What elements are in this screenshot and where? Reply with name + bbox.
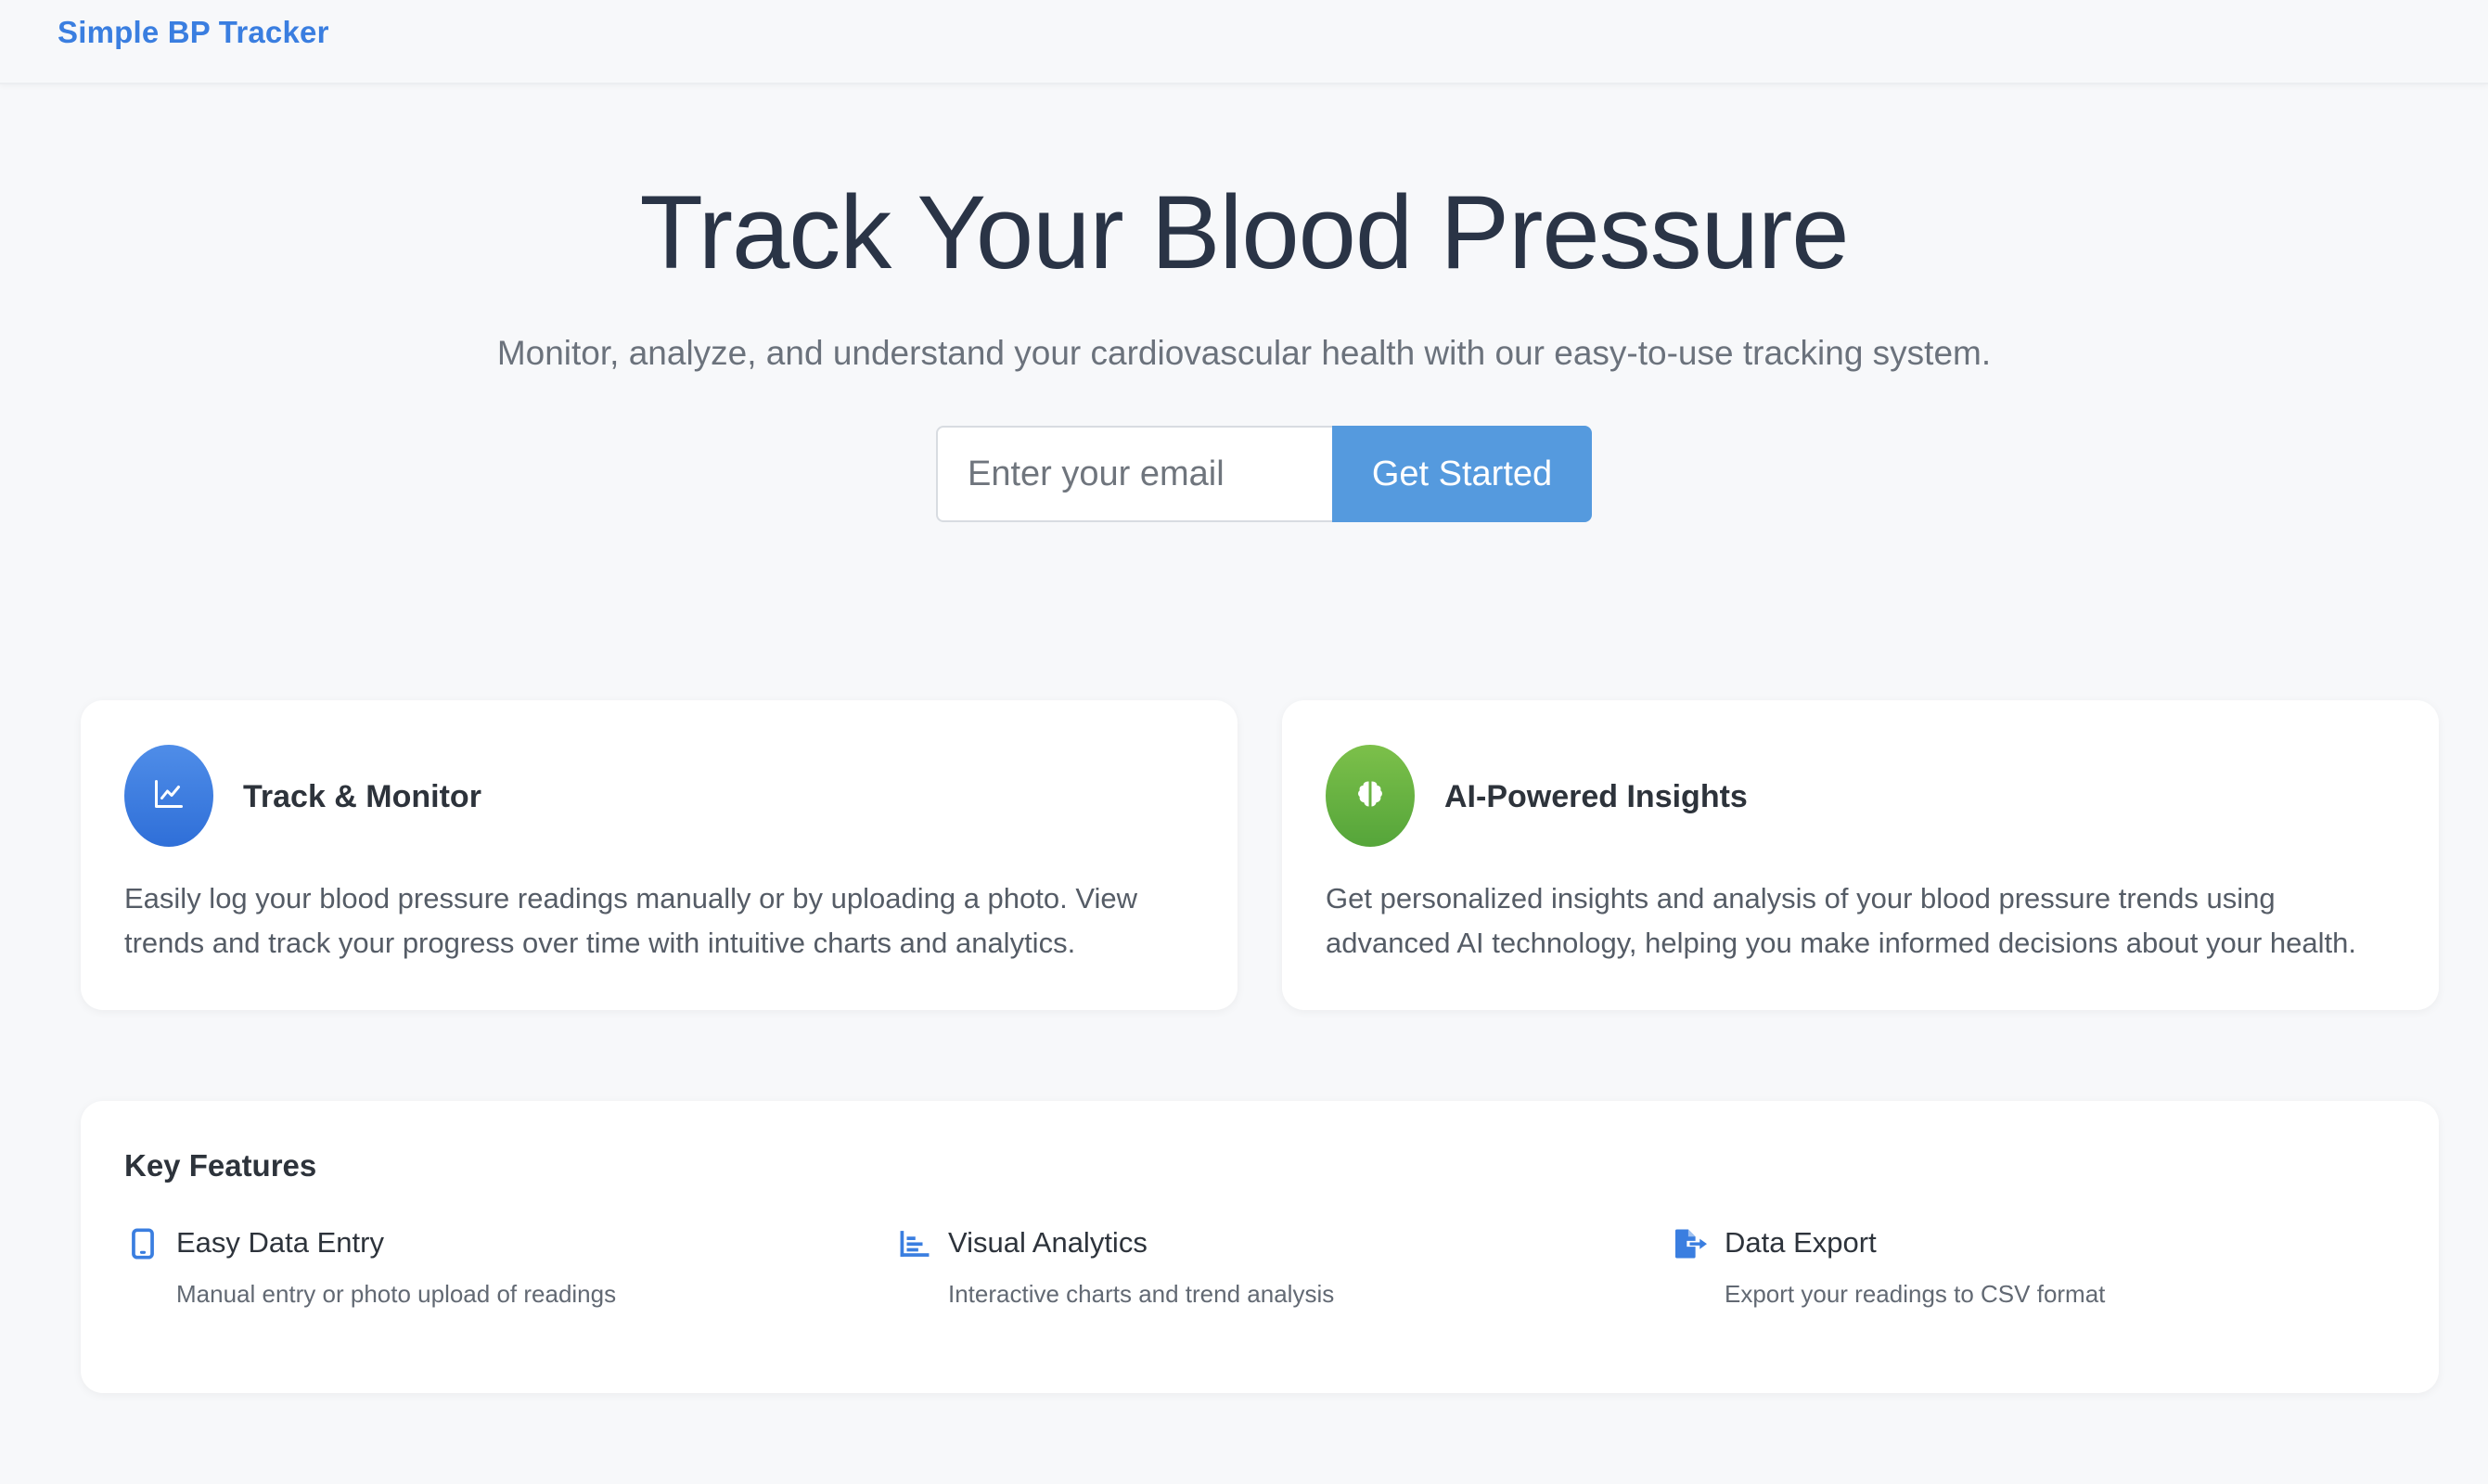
key-features-card: Key Features Easy Data Entry Manual entr…	[81, 1101, 2439, 1393]
chart-line-icon	[152, 777, 186, 815]
get-started-button[interactable]: Get Started	[1332, 426, 1592, 522]
brain-icon	[1353, 777, 1387, 815]
brand-link[interactable]: Simple BP Tracker	[58, 15, 329, 50]
track-monitor-card: Track & Monitor Easily log your blood pr…	[81, 700, 1238, 1010]
feature-title: Visual Analytics	[948, 1226, 1148, 1259]
signup-form: Get Started	[936, 426, 1592, 522]
feature-item-data-export: Data Export Export your readings to CSV …	[1673, 1225, 2378, 1337]
file-export-icon	[1673, 1225, 1710, 1262]
card-title: Track & Monitor	[243, 779, 481, 814]
track-monitor-icon-badge	[124, 745, 213, 847]
feature-title: Easy Data Entry	[176, 1226, 384, 1259]
hero-subtitle: Monitor, analyze, and understand your ca…	[496, 334, 1992, 372]
feature-description: Manual entry or photo upload of readings	[176, 1280, 617, 1308]
email-input[interactable]	[936, 426, 1332, 522]
ai-insights-card: AI-Powered Insights Get personalized ins…	[1282, 700, 2439, 1010]
feature-item-easy-data-entry: Easy Data Entry Manual entry or photo up…	[124, 1225, 829, 1337]
bar-chart-icon	[896, 1225, 933, 1262]
hero-title: Track Your Blood Pressure	[639, 174, 1849, 290]
feature-description: Interactive charts and trend analysis	[948, 1280, 1335, 1308]
card-description: Easily log your blood pressure readings …	[124, 882, 1137, 959]
card-title: AI-Powered Insights	[1444, 779, 1748, 814]
feature-title: Data Export	[1725, 1226, 1877, 1259]
key-features-heading: Key Features	[124, 1148, 317, 1183]
feature-description: Export your readings to CSV format	[1725, 1280, 2106, 1308]
feature-item-visual-analytics: Visual Analytics Interactive charts and …	[896, 1225, 1601, 1337]
mobile-phone-icon	[124, 1225, 161, 1262]
ai-insights-icon-badge	[1326, 745, 1415, 847]
navbar: Simple BP Tracker	[0, 0, 2488, 84]
card-description: Get personalized insights and analysis o…	[1326, 882, 2356, 959]
